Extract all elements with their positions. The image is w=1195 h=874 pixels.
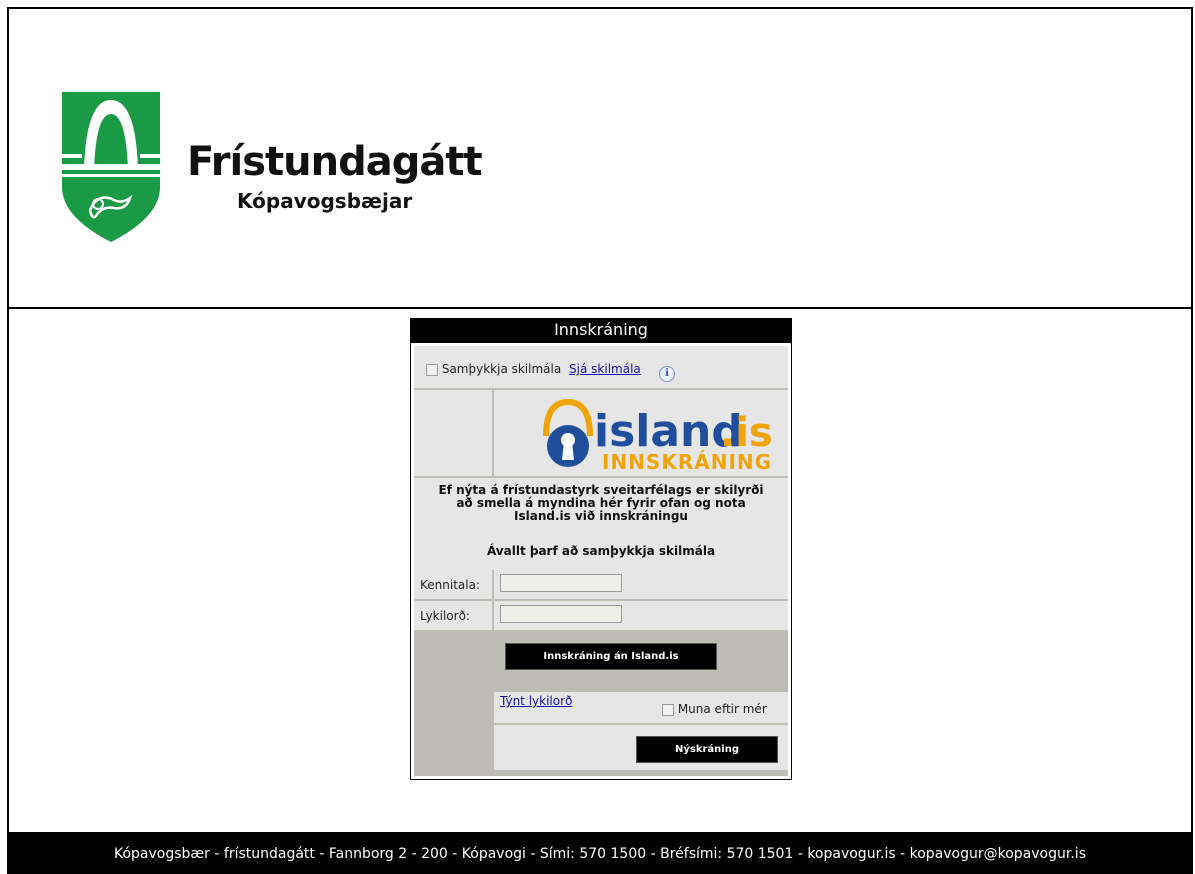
password-input[interactable] — [500, 605, 622, 623]
login-button-row: Innskráning án Island.is — [414, 632, 788, 690]
login-box: Samþykkja skilmála Sjá skilmála i island… — [410, 342, 792, 780]
info-text-row: Ef nýta á frístundastyrk sveitarfélags e… — [414, 478, 788, 570]
login-panel: Innskráning Samþykkja skilmála Sjá skilm… — [410, 318, 792, 780]
login-without-island-button[interactable]: Innskráning án Island.is — [505, 643, 717, 670]
password-label: Lykilorð: — [420, 609, 470, 623]
island-login-image[interactable]: island .is INNSKRÁNING — [494, 390, 788, 476]
register-row: Nýskráning — [414, 725, 788, 770]
terms-row: Samþykkja skilmála Sjá skilmála i — [414, 346, 788, 388]
login-title: Innskráning — [410, 318, 792, 342]
remember-me-label: Muna eftir mér — [677, 702, 767, 716]
kennitala-row: Kennitala: — [414, 570, 788, 599]
brand-subtitle: Kópavogsbæjar — [237, 189, 413, 213]
password-row: Lykilorð: — [414, 601, 788, 630]
kennitala-label: Kennitala: — [420, 578, 480, 592]
see-terms-link[interactable]: Sjá skilmála — [569, 362, 641, 376]
register-button[interactable]: Nýskráning — [636, 736, 778, 763]
info-icon[interactable]: i — [659, 366, 675, 382]
footer: Kópavogsbær - frístundagátt - Fannborg 2… — [7, 834, 1193, 874]
forgot-row: Týnt lykilorð Muna eftir mér — [414, 692, 788, 723]
svg-text:INNSKRÁNING: INNSKRÁNING — [602, 450, 772, 474]
kennitala-input[interactable] — [500, 574, 622, 592]
accept-terms-label: Samþykkja skilmála — [441, 362, 562, 376]
always-accept-text: Ávallt þarf að samþykkja skilmála — [486, 544, 716, 558]
brand-title: Frístundagátt — [187, 139, 483, 185]
island-logo: island .is INNSKRÁNING — [543, 398, 773, 474]
kopavogur-crest-logo — [62, 92, 160, 242]
remember-me-checkbox[interactable] — [662, 703, 674, 716]
header: Frístundagátt Kópavogsbæjar — [7, 7, 1193, 309]
forgot-password-link[interactable]: Týnt lykilorð — [500, 694, 572, 708]
accept-terms-checkbox[interactable] — [426, 363, 438, 376]
login-inner: Samþykkja skilmála Sjá skilmála i island… — [414, 346, 788, 776]
island-info-text: Ef nýta á frístundastyrk sveitarfélags e… — [438, 483, 764, 523]
island-logo-row: island .is INNSKRÁNING — [414, 390, 788, 476]
